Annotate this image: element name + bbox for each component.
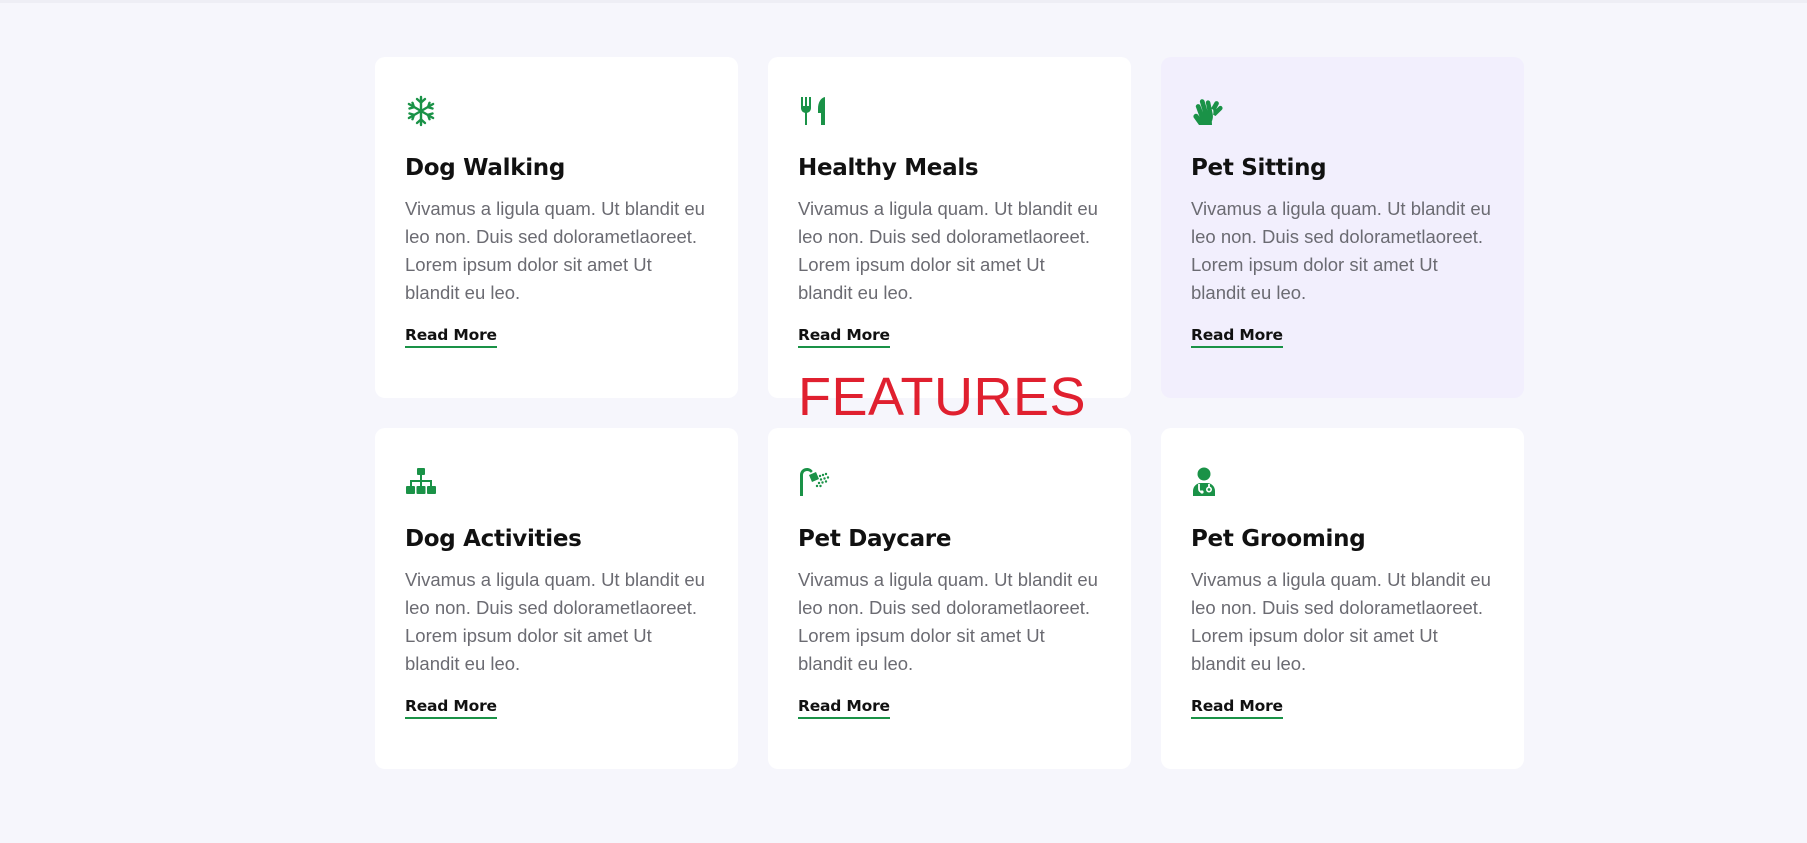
card-description: Vivamus a ligula quam. Ut blandit eu leo…	[405, 566, 708, 678]
card-title: Dog Activities	[405, 526, 582, 552]
card-description: Vivamus a ligula quam. Ut blandit eu leo…	[1191, 566, 1494, 678]
description-line: Lorem ipsum dolor sit amet Ut	[798, 254, 1045, 275]
description-line: Lorem ipsum dolor sit amet Ut	[1191, 625, 1438, 646]
description-line: Vivamus a ligula quam. Ut blandit eu	[798, 198, 1098, 219]
card-title: Healthy Meals	[798, 155, 979, 181]
description-line: blandit eu leo.	[405, 653, 521, 674]
read-more-link[interactable]: Read More	[405, 697, 497, 719]
description-line: Vivamus a ligula quam. Ut blandit eu	[405, 198, 705, 219]
description-line: blandit eu leo.	[1191, 653, 1307, 674]
read-more-link[interactable]: Read More	[798, 697, 890, 719]
top-divider	[0, 0, 1807, 3]
description-line: Vivamus a ligula quam. Ut blandit eu	[405, 569, 705, 590]
description-line: Lorem ipsum dolor sit amet Ut	[798, 625, 1045, 646]
card-description: Vivamus a ligula quam. Ut blandit eu leo…	[798, 195, 1101, 307]
description-line: Vivamus a ligula quam. Ut blandit eu	[1191, 569, 1491, 590]
description-line: Vivamus a ligula quam. Ut blandit eu	[798, 569, 1098, 590]
description-line: leo non. Duis sed dolorametlaoreet.	[405, 226, 698, 247]
description-line: Vivamus a ligula quam. Ut blandit eu	[1191, 198, 1491, 219]
card-title: Dog Walking	[405, 155, 566, 181]
card-title: Pet Grooming	[1191, 526, 1366, 552]
description-line: leo non. Duis sed dolorametlaoreet.	[1191, 226, 1484, 247]
read-more-link[interactable]: Read More	[1191, 326, 1283, 348]
description-line: blandit eu leo.	[405, 282, 521, 303]
shower-icon	[798, 466, 830, 498]
description-line: leo non. Duis sed dolorametlaoreet.	[798, 597, 1091, 618]
sitemap-icon	[405, 466, 437, 498]
card-description: Vivamus a ligula quam. Ut blandit eu leo…	[405, 195, 708, 307]
utensils-icon	[798, 95, 830, 127]
card-description: Vivamus a ligula quam. Ut blandit eu leo…	[798, 566, 1101, 678]
description-line: Lorem ipsum dolor sit amet Ut	[405, 254, 652, 275]
description-line: leo non. Duis sed dolorametlaoreet.	[1191, 597, 1484, 618]
description-line: leo non. Duis sed dolorametlaoreet.	[405, 597, 698, 618]
description-line: Lorem ipsum dolor sit amet Ut	[405, 625, 652, 646]
feature-card-healthy-meals: Healthy Meals Vivamus a ligula quam. Ut …	[768, 57, 1131, 398]
feature-card-pet-grooming: Pet Grooming Vivamus a ligula quam. Ut b…	[1161, 428, 1524, 769]
feature-card-dog-activities: Dog Activities Vivamus a ligula quam. Ut…	[375, 428, 738, 769]
card-title: Pet Sitting	[1191, 155, 1327, 181]
card-title: Pet Daycare	[798, 526, 952, 552]
description-line: blandit eu leo.	[798, 653, 914, 674]
hands-icon	[1191, 95, 1223, 127]
user-doctor-icon	[1191, 466, 1223, 498]
snowflake-icon	[405, 95, 437, 127]
read-more-link[interactable]: Read More	[1191, 697, 1283, 719]
description-line: Lorem ipsum dolor sit amet Ut	[1191, 254, 1438, 275]
feature-card-pet-sitting: Pet Sitting Vivamus a ligula quam. Ut bl…	[1161, 57, 1524, 398]
read-more-link[interactable]: Read More	[798, 326, 890, 348]
description-line: blandit eu leo.	[798, 282, 914, 303]
description-line: leo non. Duis sed dolorametlaoreet.	[798, 226, 1091, 247]
card-description: Vivamus a ligula quam. Ut blandit eu leo…	[1191, 195, 1494, 307]
description-line: blandit eu leo.	[1191, 282, 1307, 303]
feature-card-pet-daycare: Pet Daycare Vivamus a ligula quam. Ut bl…	[768, 428, 1131, 769]
feature-card-dog-walking: Dog Walking Vivamus a ligula quam. Ut bl…	[375, 57, 738, 398]
features-overlay-label: FEATURES	[798, 367, 1087, 427]
read-more-link[interactable]: Read More	[405, 326, 497, 348]
